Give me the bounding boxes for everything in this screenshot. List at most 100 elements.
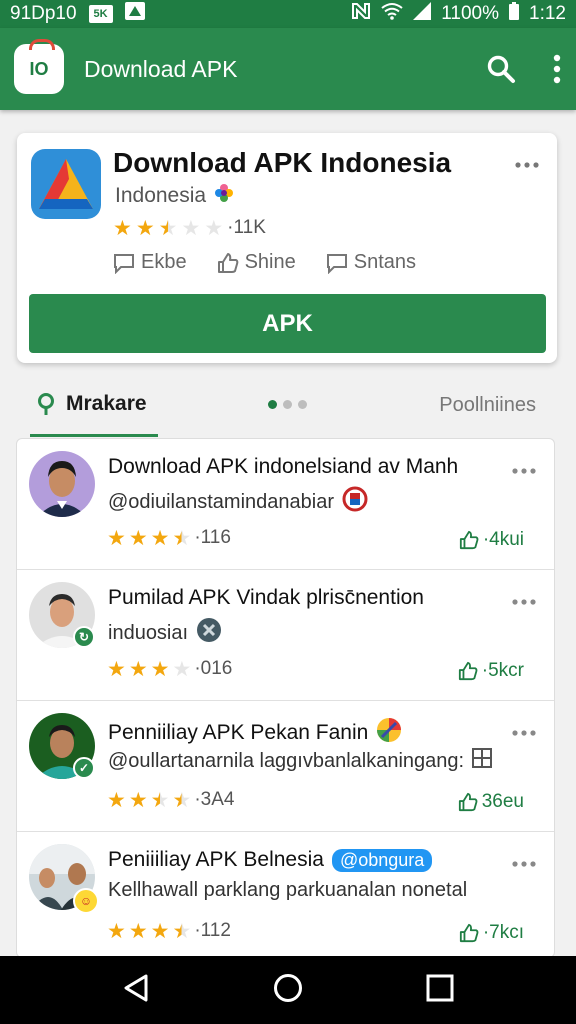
- featured-title: Download APK Indonesia: [113, 147, 452, 178]
- tab-mrakare[interactable]: Mrakare: [36, 392, 147, 416]
- featured-action-like[interactable]: Shine: [217, 251, 296, 274]
- clock: 1:12: [529, 3, 566, 24]
- star-half-icon: ★: [150, 788, 170, 812]
- star-icon: ★: [128, 788, 148, 812]
- battery-icon: [509, 2, 520, 26]
- featured-app-icon: [31, 149, 101, 219]
- item-rating-count: ·016: [194, 658, 233, 679]
- close-circle-icon: [196, 617, 222, 649]
- home-icon[interactable]: [273, 973, 303, 1008]
- star-icon: ★: [128, 919, 148, 943]
- app-logo-icon[interactable]: IO: [14, 39, 64, 94]
- item-likes[interactable]: ·7kcı: [459, 922, 524, 944]
- star-icon: ★: [113, 216, 132, 240]
- notification-badge-icon: 5K: [88, 5, 113, 23]
- star-empty-icon: ★: [181, 216, 201, 240]
- emoji-badge-icon: ☺: [73, 888, 99, 914]
- more-horiz-icon[interactable]: [512, 461, 536, 479]
- featured-action-label: Ekbe: [141, 251, 187, 273]
- star-icon: ★: [150, 526, 170, 550]
- featured-action-label: Sntans: [353, 251, 417, 273]
- page-indicator: [268, 400, 307, 409]
- more-horiz-icon[interactable]: [512, 854, 536, 872]
- colorful-circle-icon: [376, 717, 402, 749]
- thumb-up-icon: [458, 792, 478, 812]
- item-likes-count: ·5kcr: [481, 660, 524, 681]
- featured-action-share[interactable]: Sntans: [326, 251, 416, 274]
- item-subtitle: induosiaı: [108, 621, 189, 644]
- tab-label: Mrakare: [66, 392, 147, 415]
- more-horiz-icon[interactable]: [512, 592, 536, 610]
- app-title: Download APK: [84, 55, 238, 82]
- battery-percent: 1100%: [441, 3, 500, 24]
- refresh-badge-icon: ↻: [73, 626, 95, 648]
- item-title: Download APK indonelsiand av Manh: [108, 455, 459, 478]
- item-likes-count: 36eu: [481, 791, 524, 812]
- app-bar: IO Download APK: [0, 28, 576, 110]
- featured-rating-count: ·11K: [227, 217, 266, 238]
- list-item[interactable]: ↻ Pumilad APK Vindak plrisc̄nention indu…: [17, 570, 554, 701]
- item-likes[interactable]: 36eu: [458, 791, 524, 813]
- list-item[interactable]: ☺ Peniiiliay APK Belnesia @obngura Kellh…: [17, 832, 554, 957]
- thumb-up-icon: [459, 923, 479, 943]
- tab-bar: Mrakare Poollniines: [0, 378, 576, 438]
- star-icon: ★: [107, 788, 126, 812]
- item-likes-count: ·4kui: [482, 529, 524, 550]
- item-rating: ★ ★ ★ ★ ·116: [107, 527, 231, 549]
- recents-icon[interactable]: [426, 974, 454, 1007]
- page-dot: [298, 400, 307, 409]
- item-likes[interactable]: ·5kcr: [458, 660, 524, 682]
- more-horiz-icon[interactable]: [512, 723, 536, 741]
- status-bar: 91Dp10 5K 1100% 1:12: [0, 0, 576, 28]
- location-pin-icon: [38, 393, 54, 415]
- avatar: [29, 451, 95, 517]
- thumb-up-icon: [459, 530, 479, 550]
- comment-icon: [326, 253, 347, 274]
- status-left-text: 91Dp10: [10, 3, 77, 24]
- more-horiz-icon[interactable]: [515, 155, 539, 173]
- page-dot: [283, 400, 292, 409]
- item-title: Peniiiliay APK Belnesia: [108, 848, 324, 871]
- list-item[interactable]: ✓ Penniiliay APK Pekan Fanin @oullartana…: [17, 701, 554, 832]
- star-icon: ★: [128, 526, 148, 550]
- item-rating: ★ ★ ★ ★ ·3A4: [107, 789, 234, 811]
- search-icon[interactable]: [486, 54, 516, 84]
- featured-action-label: Shine: [244, 251, 296, 273]
- item-subtitle: @oullartanarnila laggıvbanlalkaningang:: [108, 749, 465, 772]
- item-likes-count: ·7kcı: [482, 922, 524, 943]
- featured-action-comment[interactable]: Ekbe: [113, 251, 187, 274]
- list-item[interactable]: Download APK indonelsiand av Manh @odiui…: [17, 439, 554, 570]
- star-icon: ★: [135, 216, 155, 240]
- item-tag[interactable]: @obngura: [331, 848, 433, 872]
- comment-icon: [114, 253, 134, 274]
- tab-active-indicator: [30, 434, 158, 437]
- item-rating-count: ·116: [194, 527, 231, 548]
- signal-icon: [413, 2, 432, 26]
- more-vert-icon[interactable]: [552, 54, 562, 84]
- item-rating-count: ·3A4: [194, 789, 235, 810]
- flag-badge-icon: [342, 486, 368, 518]
- apk-download-button[interactable]: APK: [29, 294, 546, 353]
- grid-icon: [472, 748, 493, 774]
- app-list: Download APK indonelsiand av Manh @odiui…: [16, 438, 555, 958]
- notification-triangle-icon: [124, 2, 145, 26]
- flower-icon: [214, 183, 234, 209]
- tab-poollniines[interactable]: Poollniines: [439, 394, 536, 417]
- app-logo-text: IO: [29, 58, 49, 79]
- star-half-icon: ★: [172, 788, 192, 812]
- item-title: Penniiliay APK Pekan Fanin: [108, 721, 369, 744]
- back-icon[interactable]: [122, 973, 150, 1008]
- star-icon: ★: [150, 919, 170, 943]
- page-dot: [268, 400, 277, 409]
- featured-app-card[interactable]: Download APK Indonesia Indonesia ★ ★ ★ ★…: [17, 133, 557, 363]
- star-empty-icon: ★: [172, 657, 192, 681]
- wifi-icon: [381, 2, 403, 26]
- item-likes[interactable]: ·4kui: [459, 529, 524, 551]
- star-icon: ★: [107, 919, 126, 943]
- featured-subtitle: Indonesia: [115, 184, 207, 207]
- item-subtitle: Kellhawall parklang parkuanalan nonetal: [108, 879, 468, 901]
- star-half-icon: ★: [172, 919, 192, 943]
- star-icon: ★: [107, 526, 126, 550]
- item-title: Pumilad APK Vindak plrisc̄nention: [108, 586, 424, 609]
- star-half-icon: ★: [158, 216, 178, 240]
